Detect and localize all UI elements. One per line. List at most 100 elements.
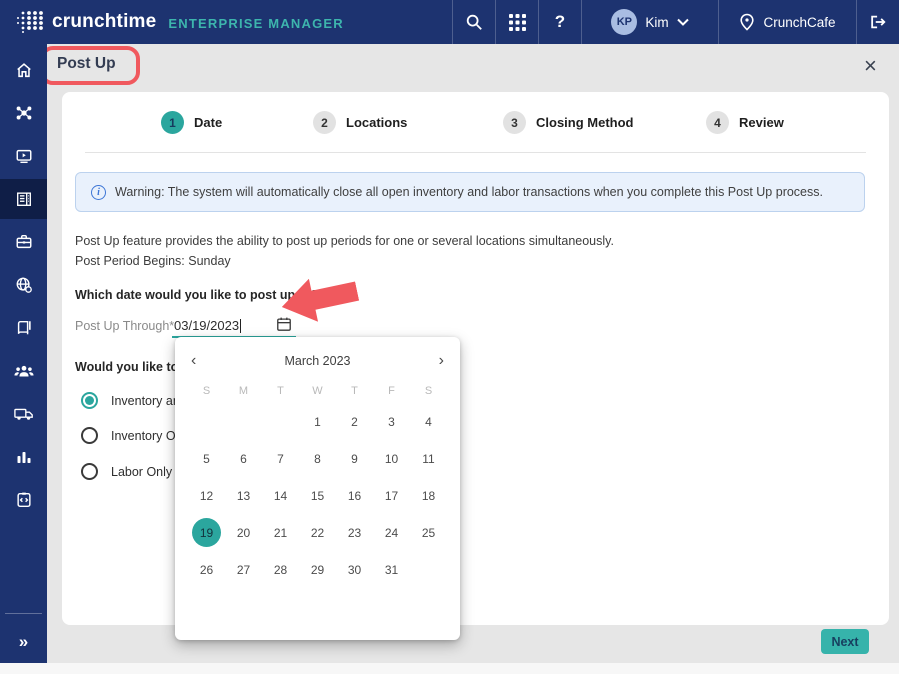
warning-text: Warning: The system will automatically c… [115,185,823,199]
calendar-icon [276,316,292,332]
help-button[interactable]: ? [538,0,581,44]
intro-line-2: Post Period Begins: Sunday [75,254,231,268]
radio-labor-only[interactable]: Labor Only [81,463,172,480]
calendar-day[interactable]: 3 [373,403,410,440]
step-closing-method[interactable]: 3 Closing Method [503,111,634,134]
people-group-icon [14,363,34,379]
calendar-day[interactable]: 6 [225,440,262,477]
sidebar-item-people[interactable] [0,351,47,391]
date-picker-popup: ‹ March 2023 › SMTWTFS 1 2 3 4 5 6 7 8 9… [175,337,460,640]
calendar-day[interactable]: 13 [225,477,262,514]
stepper-divider [85,152,866,153]
clipboard-code-icon [15,491,33,509]
monitor-play-icon [15,147,33,165]
calendar-day[interactable]: 17 [373,477,410,514]
logout-icon [869,13,887,31]
app-window: crunchtime ENTERPRISE MANAGER [0,0,899,674]
globe-icon [15,276,33,294]
calendar-toggle-button[interactable] [276,316,292,332]
navbar-actions: ? KP Kim CrunchCafe [452,0,899,44]
top-navbar: crunchtime ENTERPRISE MANAGER [0,0,899,44]
calendar-day[interactable]: 16 [336,477,373,514]
calendar-day[interactable]: 27 [225,551,262,588]
calendar-grid: 1 2 3 4 5 6 7 8 9 10 11 12 13 14 15 16 1… [188,403,460,588]
calendar-day[interactable]: 1 [299,403,336,440]
crunchtime-dots-logo-icon [14,8,44,36]
calendar-day[interactable]: 18 [410,477,447,514]
calendar-day[interactable]: 11 [410,440,447,477]
calendar-day[interactable]: 4 [410,403,447,440]
step-3-badge: 3 [503,111,526,134]
briefcase-icon [15,233,33,251]
sidebar-item-toolbox[interactable] [0,222,47,262]
bar-chart-icon [16,449,32,465]
location-selector[interactable]: CrunchCafe [718,0,856,44]
close-icon[interactable]: × [864,53,877,79]
network-hub-icon [15,104,33,122]
journal-pen-icon [15,319,33,337]
search-icon [465,13,483,31]
step-locations[interactable]: 2 Locations [313,111,407,134]
calendar-day[interactable]: 26 [188,551,225,588]
calendar-day[interactable]: 29 [299,551,336,588]
info-icon: i [91,185,106,200]
sidebar-expand-button[interactable]: » [0,627,47,657]
calendar-day-selected[interactable]: 19 [188,514,225,551]
intro-line-1: Post Up feature provides the ability to … [75,234,614,248]
calendar-day[interactable]: 21 [262,514,299,551]
calendar-day[interactable]: 31 [373,551,410,588]
calendar-day[interactable]: 22 [299,514,336,551]
calendar-day[interactable]: 23 [336,514,373,551]
calendar-day[interactable]: 8 [299,440,336,477]
location-name: CrunchCafe [763,15,835,30]
post-up-through-input[interactable]: 03/19/2023 [174,318,241,333]
sidebar-item-reports[interactable] [0,437,47,477]
search-button[interactable] [452,0,495,44]
calendar-day[interactable]: 28 [262,551,299,588]
calendar-day[interactable]: 30 [336,551,373,588]
calendar-day[interactable]: 25 [410,514,447,551]
calendar-day[interactable]: 10 [373,440,410,477]
calendar-prev-icon[interactable]: ‹ [191,353,196,369]
calendar-day[interactable]: 9 [336,440,373,477]
brand-name: crunchtime [52,11,156,33]
calendar-day[interactable]: 2 [336,403,373,440]
calendar-next-icon[interactable]: › [439,353,444,369]
calendar-day[interactable]: 5 [188,440,225,477]
calendar-day[interactable]: 14 [262,477,299,514]
step-review[interactable]: 4 Review [706,111,784,134]
apps-menu-button[interactable] [495,0,538,44]
help-icon: ? [555,12,565,32]
sidebar-item-journal[interactable] [0,308,47,348]
calendar-day[interactable]: 15 [299,477,336,514]
sidebar-item-home[interactable] [0,50,47,90]
calendar-blank [188,403,225,440]
user-name: Kim [645,15,668,30]
warning-banner: i Warning: The system will automatically… [75,172,865,212]
sidebar-item-terminal[interactable] [0,136,47,176]
sidebar-item-locations-active[interactable] [0,179,47,219]
brand-logo[interactable]: crunchtime ENTERPRISE MANAGER [14,8,344,36]
step-4-badge: 4 [706,111,729,134]
calendar-day-headers: SMTWTFS [188,385,460,397]
double-chevron-right-icon: » [19,632,28,652]
calendar-day[interactable]: 12 [188,477,225,514]
date-question: Which date would you like to post up to? [75,288,318,302]
calendar-day[interactable]: 7 [262,440,299,477]
calendar-day[interactable]: 24 [373,514,410,551]
sidebar-item-delivery[interactable] [0,394,47,434]
sidebar-item-integrations[interactable] [0,480,47,520]
next-button[interactable]: Next [821,629,869,654]
logout-button[interactable] [856,0,899,44]
step-date[interactable]: 1 Date [161,111,222,134]
building-icon [15,190,33,208]
step-2-badge: 2 [313,111,336,134]
calendar-day[interactable]: 20 [225,514,262,551]
user-menu[interactable]: KP Kim [581,0,718,44]
calendar-blank [262,403,299,440]
sidebar-item-network[interactable] [0,93,47,133]
bottom-edge [0,663,899,674]
user-avatar: KP [611,9,637,35]
radio-unselected-icon [81,427,98,444]
sidebar-item-global[interactable] [0,265,47,305]
